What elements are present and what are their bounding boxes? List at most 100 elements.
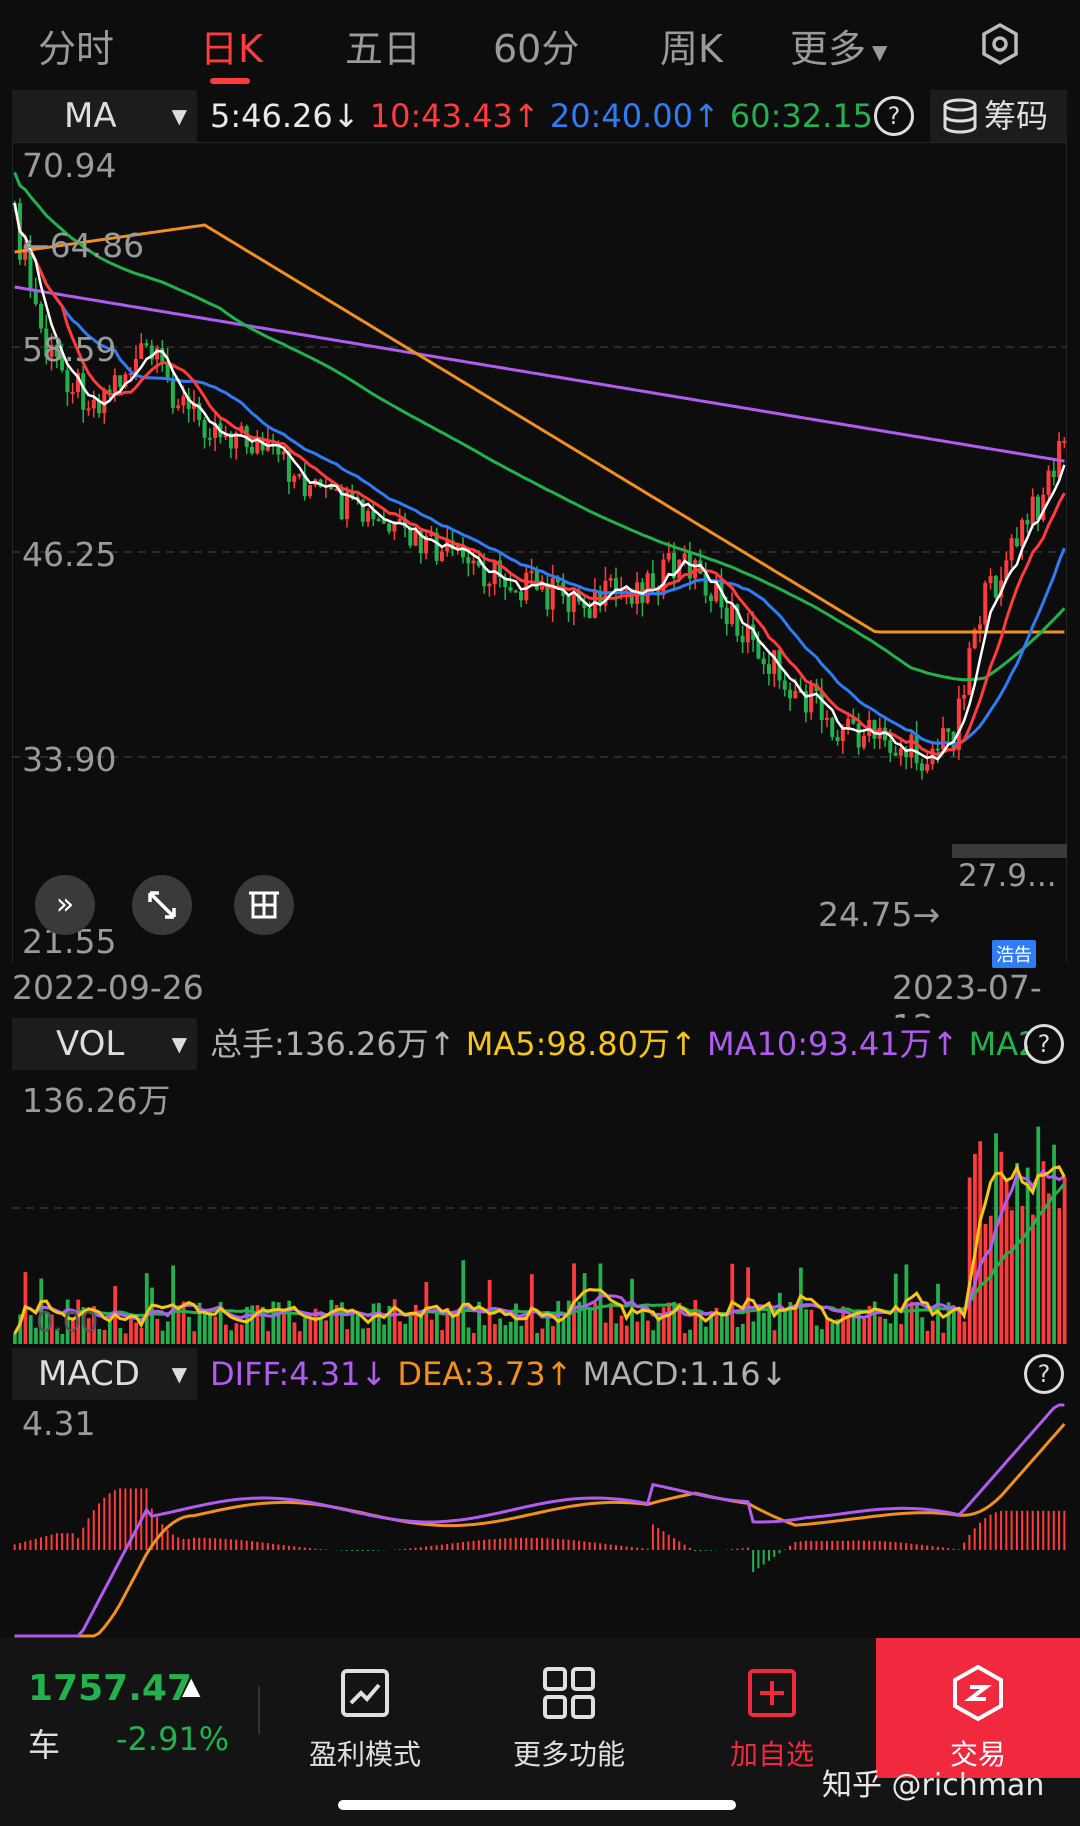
- macd-value: MACD:1.16↓: [582, 1355, 788, 1393]
- candle-body: [513, 590, 518, 593]
- macd-bar: [994, 1512, 997, 1550]
- macd-bar: [736, 1548, 739, 1550]
- macd-bar: [45, 1536, 48, 1550]
- volume-bar: [345, 1329, 350, 1344]
- price-axis-label: 46.25: [22, 535, 117, 574]
- candle-body: [946, 728, 951, 732]
- add-watchlist-button[interactable]: 加自选: [697, 1663, 847, 1773]
- more-functions-button[interactable]: 更多功能: [494, 1663, 644, 1773]
- macd-bar: [82, 1527, 85, 1550]
- candle-body: [925, 764, 930, 771]
- volume-bar: [735, 1327, 740, 1344]
- volume-bar: [878, 1316, 882, 1344]
- candle-body: [144, 343, 149, 346]
- forward-icon[interactable]: »: [35, 875, 95, 935]
- tab-daily-k[interactable]: 日K: [200, 18, 263, 73]
- volume-bar: [303, 1318, 307, 1344]
- database-icon: [943, 98, 977, 134]
- macd-bar: [440, 1544, 443, 1550]
- macd-selector[interactable]: MACD ▼: [12, 1348, 197, 1400]
- tab-intraday[interactable]: 分时: [38, 18, 114, 73]
- macd-bar: [134, 1488, 137, 1550]
- ma20-value: 20:40.00↑: [549, 97, 720, 135]
- candlestick-chart[interactable]: [12, 142, 1067, 962]
- macd-bar: [425, 1546, 428, 1550]
- macd-bar: [287, 1545, 290, 1550]
- macd-bar: [103, 1497, 106, 1550]
- profit-model-button[interactable]: 盈利模式: [290, 1663, 440, 1773]
- chips-button[interactable]: 筹码: [930, 90, 1067, 142]
- macd-bar: [825, 1540, 828, 1550]
- macd-bar: [688, 1547, 691, 1550]
- ma60-value: 60:32.15↑: [729, 97, 872, 135]
- macd-bar: [509, 1538, 512, 1550]
- macd-bar: [18, 1543, 21, 1550]
- macd-selector-label: MACD: [38, 1354, 140, 1394]
- help-icon[interactable]: ?: [874, 96, 914, 136]
- tab-more[interactable]: 更多 ▼: [790, 18, 887, 73]
- macd-bar: [741, 1548, 744, 1550]
- macd-bar: [398, 1549, 401, 1550]
- settings-icon[interactable]: [980, 22, 1020, 66]
- ma-selector-label: MA: [64, 96, 117, 136]
- vol-selector[interactable]: VOL ▼: [12, 1018, 197, 1070]
- volume-bar: [224, 1324, 228, 1344]
- macd-bar: [989, 1514, 992, 1550]
- volume-bar: [651, 1330, 656, 1344]
- macd-bar: [915, 1544, 918, 1550]
- volume-bar: [266, 1331, 270, 1344]
- candle-body: [534, 571, 539, 590]
- trade-button[interactable]: 交易: [876, 1638, 1080, 1778]
- macd-bar: [113, 1490, 116, 1550]
- macd-bar: [208, 1538, 211, 1550]
- macd-bar: [293, 1546, 296, 1550]
- macd-bar: [578, 1540, 581, 1550]
- macd-bar: [525, 1537, 528, 1550]
- macd-bar: [419, 1547, 422, 1550]
- volume-bar: [598, 1263, 603, 1344]
- macd-bar: [472, 1540, 475, 1550]
- volume-bar: [1057, 1208, 1062, 1344]
- volume-bar: [229, 1330, 234, 1344]
- help-icon[interactable]: ?: [1024, 1354, 1064, 1394]
- macd-bar: [910, 1543, 913, 1550]
- volume-bar: [561, 1319, 566, 1344]
- tab-five-day[interactable]: 五日: [345, 18, 421, 73]
- expand-icon[interactable]: [132, 875, 192, 935]
- trade-icon: [953, 1664, 1003, 1722]
- add-square-icon: [748, 1669, 796, 1717]
- macd-bar: [76, 1538, 79, 1550]
- draw-icon[interactable]: [234, 875, 294, 935]
- dea-line: [14, 1423, 1066, 1638]
- candle-body: [366, 510, 371, 522]
- candle-body: [250, 446, 255, 454]
- macd-bar: [662, 1531, 665, 1550]
- volume-bar: [540, 1328, 545, 1344]
- volume-bar: [846, 1317, 851, 1344]
- macd-bar: [757, 1550, 760, 1569]
- macd-bar: [119, 1488, 122, 1550]
- macd-bar: [435, 1545, 438, 1550]
- macd-bar: [820, 1540, 823, 1550]
- macd-bar: [1031, 1510, 1034, 1550]
- candle-body: [387, 523, 392, 532]
- price-range-tag: [952, 844, 1067, 858]
- macd-bar: [403, 1548, 406, 1550]
- help-icon[interactable]: ?: [1024, 1024, 1064, 1064]
- macd-bar: [1042, 1510, 1045, 1550]
- ma-selector[interactable]: MA ▼: [12, 90, 197, 142]
- tab-weekly-k[interactable]: 周K: [660, 18, 723, 73]
- macd-bar: [641, 1548, 644, 1550]
- macd-chart[interactable]: [12, 1400, 1067, 1638]
- volume-bar: [1031, 1214, 1035, 1344]
- triangle-up-icon: ▲: [182, 1672, 201, 1700]
- macd-bar: [303, 1547, 306, 1550]
- macd-bar: [251, 1541, 254, 1550]
- tab-60min[interactable]: 60分: [493, 18, 579, 73]
- macd-bar: [1010, 1510, 1013, 1550]
- macd-bar: [361, 1550, 364, 1551]
- trend-chart-icon: [341, 1669, 389, 1717]
- macd-bar: [504, 1538, 507, 1550]
- announcement-badge[interactable]: 浩告: [992, 940, 1036, 968]
- vol-values: 总手:136.26万↑ MA5:98.80万↑ MA10:93.41万↑ MA2…: [210, 1018, 1028, 1070]
